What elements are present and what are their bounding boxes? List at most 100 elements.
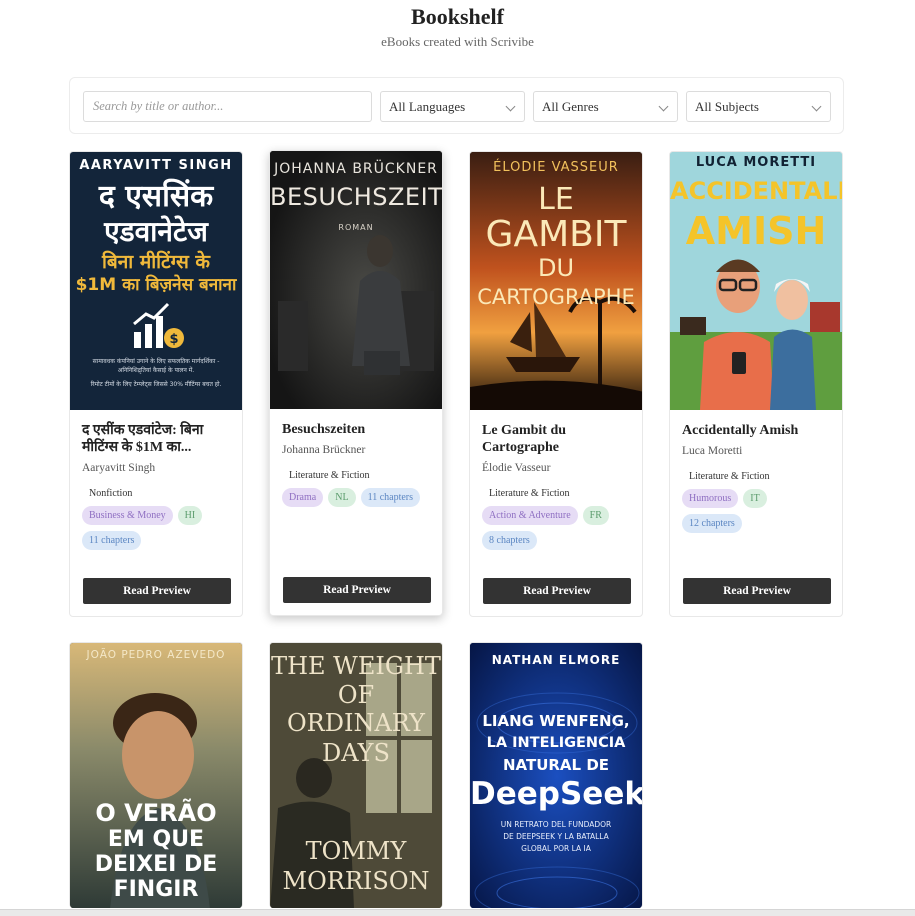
- genre-tag: Drama: [282, 488, 324, 507]
- page-header: Bookshelf eBooks created with Scrivibe: [0, 0, 915, 50]
- filter-bar: All Languages All Genres All Subjects: [69, 77, 844, 134]
- chapters-tag: 11 chapters: [82, 531, 142, 550]
- cover-title-line: DU: [537, 254, 575, 282]
- cover-subtitle: ROMAN: [338, 223, 374, 232]
- book-author: Aaryavitt Singh: [82, 462, 156, 474]
- language-select[interactable]: All Languages: [380, 91, 525, 122]
- cover-author: ÉLODIE VASSEUR: [493, 160, 619, 175]
- book-title[interactable]: Accidentally Amish: [682, 422, 830, 439]
- chevron-down-icon: [658, 101, 669, 112]
- cover-title-line: DAYS: [322, 739, 390, 767]
- cover-title-line: CARTOGRAPHE: [477, 285, 635, 309]
- language-tag: HI: [177, 506, 203, 525]
- subject-select-value: All Subjects: [695, 99, 759, 114]
- cover-subtitle-line: GLOBAL POR LA IA: [521, 844, 591, 853]
- cover-author: JOHANNA BRÜCKNER: [274, 161, 438, 177]
- book-category: Literature & Fiction: [489, 488, 570, 499]
- subject-select[interactable]: All Subjects: [686, 91, 831, 122]
- cover-title-line: FINGIR: [113, 877, 199, 902]
- book-card[interactable]: THE WEIGHT OF ORDINARY DAYS TOMMY MORRIS…: [269, 642, 443, 908]
- book-cover[interactable]: NATHAN ELMORE LIANG WENFENG, LA INTELIGE…: [470, 643, 642, 908]
- book-author: Johanna Brückner: [282, 444, 366, 456]
- language-tag: FR: [582, 506, 609, 525]
- growth-chart-dollar-icon: $: [133, 302, 184, 348]
- cover-author-line: TOMMY: [305, 837, 407, 865]
- cover-title-line: NATURAL DE: [502, 756, 610, 774]
- book-card[interactable]: NATHAN ELMORE LIANG WENFENG, LA INTELIGE…: [469, 642, 643, 908]
- book-card[interactable]: AARYAVITT SINGH द एससिंक एडवानेटेज बिना …: [69, 151, 243, 617]
- read-preview-button[interactable]: Read Preview: [483, 578, 631, 604]
- genre-select[interactable]: All Genres: [533, 91, 678, 122]
- cover-author: NATHAN ELMORE: [491, 653, 621, 667]
- cover-title-line: EM QUE: [107, 827, 205, 852]
- cover-title-line: O VERÃO: [95, 799, 217, 827]
- cover-title-line: LA INTELIGENCIA: [486, 735, 626, 751]
- cover-title: BESUCHSZEITEN: [270, 183, 442, 211]
- cover-blurb: सामावधक कंपनियां उगाने के लिए सफलतिक मार…: [92, 358, 220, 374]
- cover-author: AARYAVITT SINGH: [79, 158, 233, 173]
- cover-author: LUCA MORETTI: [695, 155, 817, 170]
- book-category: Nonfiction: [89, 488, 133, 499]
- read-preview-button[interactable]: Read Preview: [283, 577, 431, 603]
- cover-title-line: OF: [337, 681, 375, 709]
- cover-subtitle-line: DE DEEPSEEK Y LA BATALLA: [503, 832, 609, 841]
- book-cover[interactable]: ÉLODIE VASSEUR LE GAMBIT DU CARTOGRAPHE: [470, 152, 642, 410]
- book-title[interactable]: Besuchszeiten: [282, 421, 430, 438]
- tag-list: Business & Money HI 11 chapters: [82, 506, 230, 550]
- genre-tag: Business & Money: [82, 506, 173, 525]
- cover-title-line: DeepSeek: [470, 776, 642, 812]
- page-subtitle: eBooks created with Scrivibe: [381, 34, 534, 49]
- language-tag: IT: [743, 489, 767, 508]
- book-card[interactable]: JOÃO PEDRO AZEVEDO O VERÃO EM QUE DEIXEI…: [69, 642, 243, 908]
- page-title: Bookshelf: [411, 4, 504, 29]
- tag-list: Action & Adventure FR 8 chapters: [482, 506, 630, 550]
- chapters-tag: 11 chapters: [360, 488, 421, 507]
- read-preview-button[interactable]: Read Preview: [683, 578, 831, 604]
- genre-tag: Action & Adventure: [482, 506, 578, 525]
- cover-title-line: एडवानेटेज: [104, 215, 208, 248]
- cover-subtitle-line: UN RETRATO DEL FUNDADOR: [500, 820, 612, 829]
- chapters-tag: 12 chapters: [682, 514, 742, 533]
- chapters-tag: 8 chapters: [482, 531, 537, 550]
- cover-title-line: AMISH: [685, 209, 827, 253]
- book-card[interactable]: ÉLODIE VASSEUR LE GAMBIT DU CARTOGRAPHE …: [469, 151, 643, 617]
- book-cover[interactable]: JOÃO PEDRO AZEVEDO O VERÃO EM QUE DEIXEI…: [70, 643, 242, 908]
- chevron-down-icon: [505, 101, 516, 112]
- tag-list: Humorous IT 12 chapters: [682, 489, 830, 533]
- book-card[interactable]: LUCA MORETTI ACCIDENTALLY AMISH Accident…: [669, 151, 843, 617]
- chevron-down-icon: [811, 101, 822, 112]
- language-select-value: All Languages: [389, 99, 466, 114]
- cover-blurb: रिमोट टीमों के लिए टेम्प्लेट्स जिससे 30%…: [90, 381, 222, 388]
- book-cover[interactable]: THE WEIGHT OF ORDINARY DAYS TOMMY MORRIS…: [270, 643, 442, 908]
- cover-title-line: DEIXEI DE: [94, 852, 218, 877]
- book-author: Élodie Vasseur: [482, 462, 551, 474]
- svg-text:$: $: [169, 332, 178, 347]
- book-author: Luca Moretti: [682, 445, 743, 457]
- cover-title-line: ACCIDENTALLY: [670, 177, 842, 205]
- cover-title-line: ORDINARY: [287, 709, 425, 737]
- cover-title-line: THE WEIGHT: [271, 652, 441, 680]
- genre-tag: Humorous: [682, 489, 739, 508]
- cover-subtitle-line: $1M का बिज़नेस बनाना: [75, 275, 237, 295]
- read-preview-button[interactable]: Read Preview: [83, 578, 231, 604]
- cover-title-line: LIANG WENFENG,: [482, 712, 630, 730]
- book-title[interactable]: Le Gambit du Cartographe: [482, 422, 630, 456]
- book-category: Literature & Fiction: [689, 471, 770, 482]
- cover-title-line: GAMBIT: [485, 214, 627, 255]
- book-cover[interactable]: LUCA MORETTI ACCIDENTALLY AMISH: [670, 152, 842, 410]
- tag-list: Drama NL 11 chapters: [282, 488, 430, 507]
- genre-select-value: All Genres: [542, 99, 599, 114]
- book-cover[interactable]: JOHANNA BRÜCKNER BESUCHSZEITEN ROMAN: [270, 151, 442, 409]
- horizontal-scrollbar[interactable]: [0, 909, 915, 916]
- cover-author: JOÃO PEDRO AZEVEDO: [86, 649, 226, 661]
- cover-subtitle-line: बिना मीटिंग्स के: [101, 251, 211, 273]
- book-title[interactable]: द एसींक एडवांटेज: बिना मीटिंग्स के $1M क…: [82, 422, 230, 456]
- cover-title-line: द एससिंक: [98, 179, 214, 214]
- cover-author-line: MORRISON: [282, 867, 430, 895]
- book-cover[interactable]: AARYAVITT SINGH द एससिंक एडवानेटेज बिना …: [70, 152, 242, 410]
- search-input[interactable]: [83, 91, 372, 122]
- language-tag: NL: [328, 488, 356, 507]
- cover-title-line: LE: [538, 182, 574, 217]
- book-category: Literature & Fiction: [289, 470, 370, 481]
- book-card[interactable]: JOHANNA BRÜCKNER BESUCHSZEITEN ROMAN Bes…: [269, 150, 443, 616]
